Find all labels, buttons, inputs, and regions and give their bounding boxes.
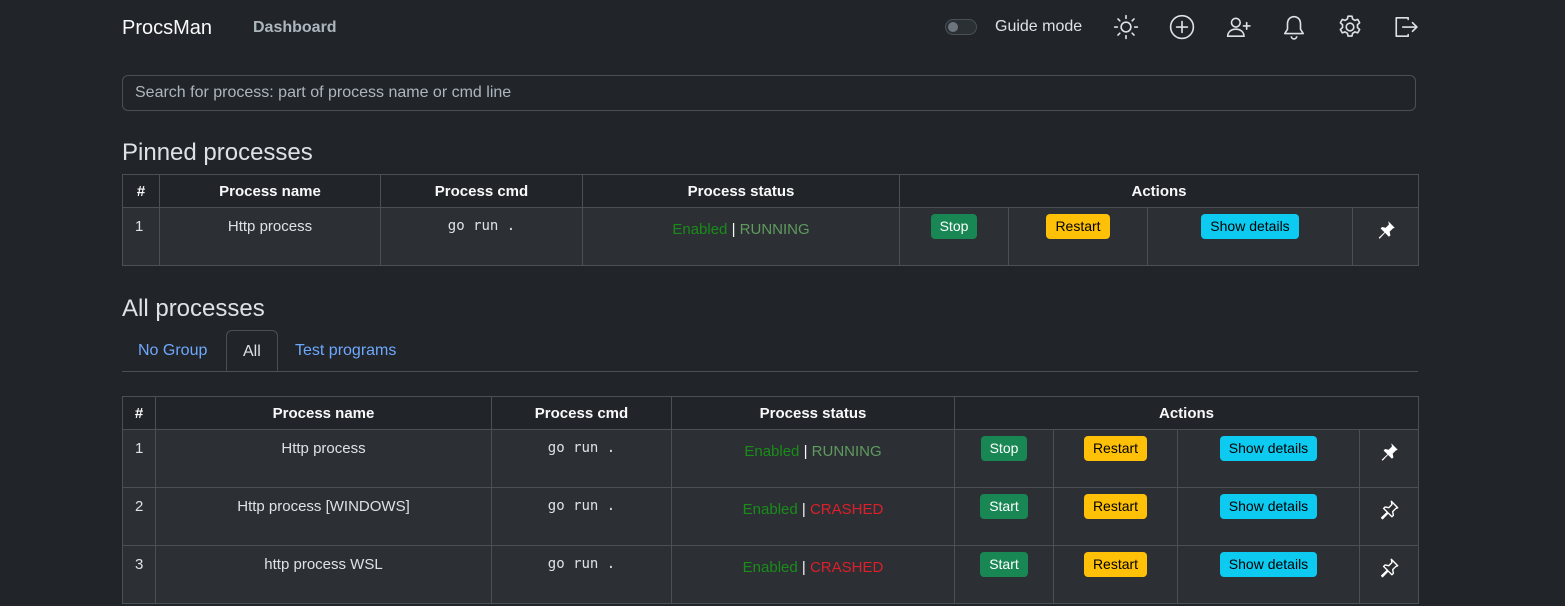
process-cmd: go run .: [380, 207, 583, 266]
restart-cell: Restart: [1053, 429, 1178, 488]
details-cell: Show details: [1177, 487, 1360, 546]
search-input[interactable]: [122, 75, 1416, 111]
sun-icon[interactable]: [1113, 14, 1139, 40]
table-row: 1 Http process go run . Enabled | RUNNIN…: [122, 429, 1420, 488]
row-index: 3: [122, 545, 156, 604]
pin-filled-icon[interactable]: [1378, 443, 1400, 467]
pinned-processes-heading: Pinned processes: [122, 139, 313, 166]
navbar: ProcsMan Dashboard Guide mode: [0, 0, 1565, 56]
row-index: 2: [122, 487, 156, 546]
guide-mode-switch[interactable]: Guide mode: [945, 18, 1082, 36]
restart-button[interactable]: Restart: [1083, 436, 1148, 461]
col-header-status: Process status: [582, 174, 900, 208]
process-cmd: go run .: [491, 487, 672, 546]
col-header-name: Process name: [159, 174, 381, 208]
show-details-button[interactable]: Show details: [1219, 436, 1318, 461]
status-separator: |: [803, 443, 808, 460]
show-details-button[interactable]: Show details: [1219, 494, 1318, 519]
process-status: Enabled | CRASHED: [671, 545, 955, 604]
details-cell: Show details: [1177, 545, 1360, 604]
start-button[interactable]: Start: [980, 494, 1028, 519]
process-name: Http process: [155, 429, 492, 488]
col-header-cmd: Process cmd: [380, 174, 583, 208]
show-details-button[interactable]: Show details: [1201, 214, 1299, 239]
table-header-row: # Process name Process cmd Process statu…: [122, 396, 1420, 430]
action-cell: Start: [954, 545, 1054, 604]
action-cell: Stop: [954, 429, 1054, 488]
restart-cell: Restart: [1008, 207, 1148, 266]
process-cmd: go run .: [491, 429, 672, 488]
restart-cell: Restart: [1053, 487, 1178, 546]
all-processes-table: # Process name Process cmd Process statu…: [122, 396, 1420, 604]
pin-outline-icon[interactable]: [1378, 500, 1400, 525]
enabled-label: Enabled: [744, 443, 800, 460]
bell-icon[interactable]: [1281, 14, 1307, 40]
col-header-actions: Actions: [898, 174, 1420, 208]
all-processes-heading: All processes: [122, 295, 265, 322]
start-button[interactable]: Start: [980, 552, 1028, 577]
pin-outline-icon[interactable]: [1378, 558, 1400, 583]
process-status: Enabled | CRASHED: [671, 487, 955, 546]
restart-cell: Restart: [1053, 545, 1178, 604]
enabled-label: Enabled: [742, 501, 798, 518]
stop-button[interactable]: Stop: [930, 214, 978, 239]
col-header-cmd: Process cmd: [491, 396, 672, 430]
restart-button[interactable]: Restart: [1083, 552, 1148, 577]
nav-link-dashboard[interactable]: Dashboard: [253, 19, 337, 37]
pin-cell: [1351, 207, 1420, 266]
pin-cell: [1358, 429, 1420, 488]
enabled-label: Enabled: [672, 221, 728, 238]
details-cell: Show details: [1177, 429, 1360, 488]
status-label: RUNNING: [811, 443, 882, 460]
gear-icon[interactable]: [1337, 14, 1363, 40]
toggle-knob: [948, 22, 958, 32]
pin-cell: [1358, 487, 1420, 546]
person-add-icon[interactable]: [1225, 14, 1251, 40]
table-row: 1 Http process go run . Enabled | RUNNIN…: [122, 207, 1420, 266]
tab-no-group[interactable]: No Group: [122, 330, 223, 371]
show-details-button[interactable]: Show details: [1219, 552, 1318, 577]
col-header-actions: Actions: [953, 396, 1420, 430]
row-index: 1: [122, 429, 156, 488]
process-status: Enabled | RUNNING: [671, 429, 955, 488]
guide-mode-label: Guide mode: [995, 18, 1083, 35]
enabled-label: Enabled: [742, 559, 798, 576]
action-cell: Stop: [899, 207, 1009, 266]
row-index: 1: [122, 207, 160, 266]
status-separator: |: [731, 221, 736, 238]
table-header-row: # Process name Process cmd Process statu…: [122, 174, 1420, 208]
tab-all[interactable]: All: [226, 330, 278, 371]
col-header-status: Process status: [671, 396, 955, 430]
tab-test-programs[interactable]: Test programs: [279, 330, 412, 371]
plus-circle-icon[interactable]: [1169, 14, 1195, 40]
pinned-processes-table: # Process name Process cmd Process statu…: [122, 174, 1420, 266]
process-cmd: go run .: [491, 545, 672, 604]
action-cell: Start: [954, 487, 1054, 546]
status-label: CRASHED: [809, 501, 884, 518]
col-header-name: Process name: [155, 396, 492, 430]
col-header-index: #: [122, 396, 156, 430]
col-header-index: #: [122, 174, 160, 208]
status-label: CRASHED: [809, 559, 884, 576]
table-row: 2 Http process [WINDOWS] go run . Enable…: [122, 487, 1420, 546]
pin-cell: [1358, 545, 1420, 604]
details-cell: Show details: [1147, 207, 1353, 266]
status-separator: |: [801, 501, 806, 518]
process-group-tabs: No Group All Test programs: [122, 330, 1418, 372]
restart-button[interactable]: Restart: [1046, 214, 1110, 239]
process-status: Enabled | RUNNING: [582, 207, 900, 266]
restart-button[interactable]: Restart: [1083, 494, 1148, 519]
process-name: Http process: [159, 207, 381, 266]
process-name: http process WSL: [155, 545, 492, 604]
pin-filled-icon[interactable]: [1375, 221, 1397, 245]
table-row: 3 http process WSL go run . Enabled | CR…: [122, 545, 1420, 604]
guide-mode-toggle[interactable]: [945, 19, 977, 35]
stop-button[interactable]: Stop: [980, 436, 1028, 461]
process-name: Http process [WINDOWS]: [155, 487, 492, 546]
brand-logo[interactable]: ProcsMan: [122, 17, 212, 40]
status-label: RUNNING: [739, 221, 810, 238]
logout-icon[interactable]: [1393, 14, 1419, 40]
status-separator: |: [801, 559, 806, 576]
